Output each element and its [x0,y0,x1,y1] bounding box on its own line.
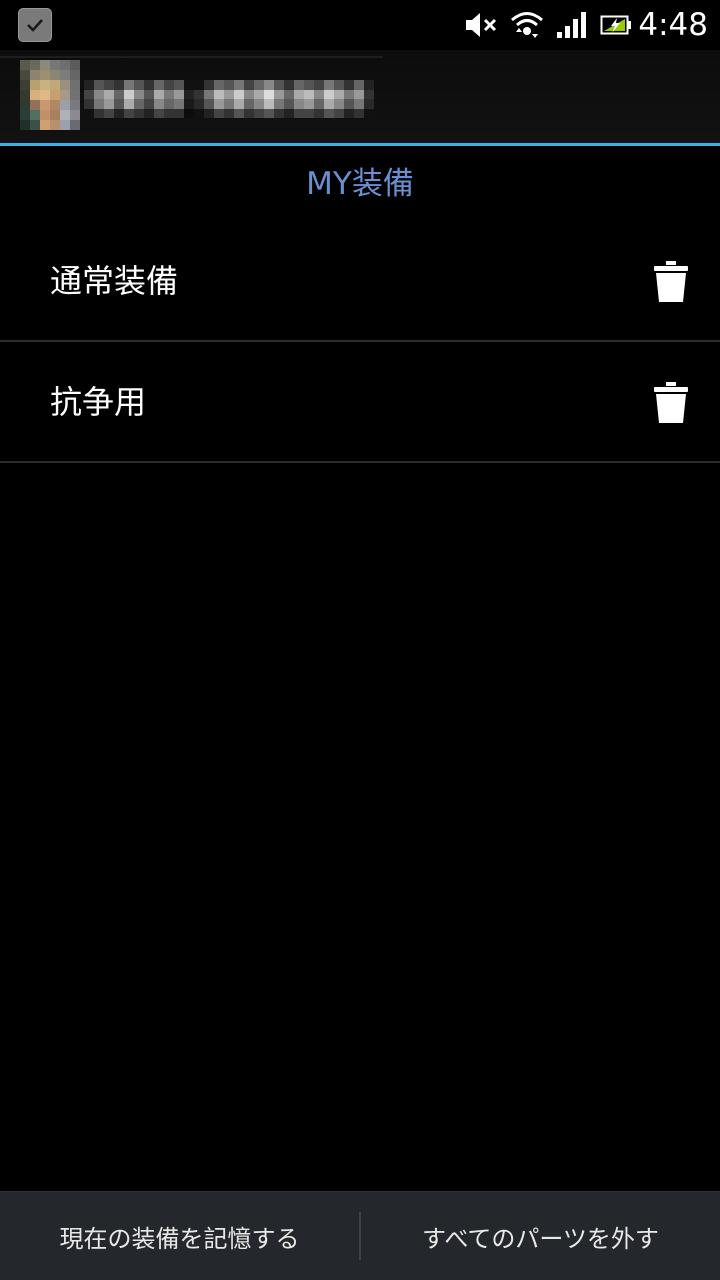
wifi-icon [510,10,544,40]
status-bar: 4:48 [0,0,720,50]
signal-icon [556,11,588,39]
screen: 4:48 MY装備 通常装備 抗争用 現在の装備を記憶する すべてのパーツを外す [0,0,720,1280]
status-clock: 4:48 [638,7,708,43]
account-header[interactable] [0,50,720,143]
trash-icon[interactable] [653,261,689,303]
remove-all-parts-button[interactable]: すべてのパーツを外す [361,1192,720,1280]
battery-charging-icon [600,13,632,37]
bottom-action-bar: 現在の装備を記憶する すべてのパーツを外す [0,1191,720,1280]
list-item[interactable]: 通常装備 [0,221,720,342]
trash-icon[interactable] [653,382,689,424]
page-title: MY装備 [306,166,414,202]
equipment-list: 通常装備 抗争用 [0,221,720,463]
header-divider [0,143,720,146]
list-item-label: 通常装備 [50,262,179,300]
list-item[interactable]: 抗争用 [0,342,720,463]
account-name-redacted [84,80,374,118]
header-top-line [0,56,383,58]
notification-check-icon [18,8,52,42]
list-item-label: 抗争用 [50,383,147,421]
status-icons [464,8,632,42]
mute-icon [464,11,498,39]
save-current-equipment-button[interactable]: 現在の装備を記憶する [0,1192,359,1280]
avatar [20,60,80,130]
